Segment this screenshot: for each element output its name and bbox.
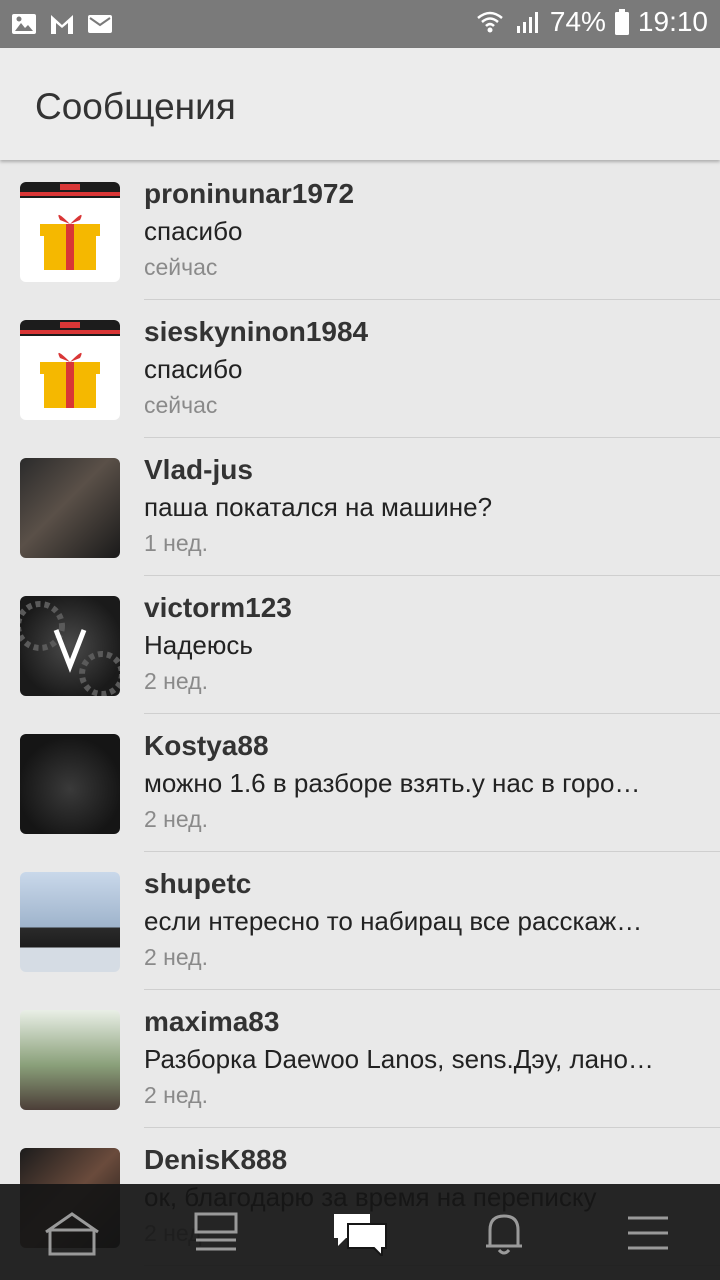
- message-preview: спасибо: [144, 354, 243, 384]
- sender-name: Vlad-jus: [144, 454, 253, 485]
- wifi-icon: [477, 11, 503, 33]
- message-row[interactable]: Vlad-jus паша покатался на машине? 1 нед.: [0, 438, 720, 576]
- page-title: Сообщения: [35, 86, 236, 127]
- bell-icon[interactable]: [474, 1210, 534, 1256]
- message-row[interactable]: sieskyninon1984 спасибо сейчас: [0, 300, 720, 438]
- sender-name: DenisK888: [144, 1144, 288, 1175]
- image-icon: [12, 14, 36, 34]
- gift-avatar[interactable]: [20, 320, 120, 420]
- photo-avatar[interactable]: [20, 1010, 120, 1110]
- message-row[interactable]: Kostya88 можно 1.6 в разборе взять.у нас …: [0, 714, 720, 852]
- v-gear-icon: [20, 601, 120, 696]
- bottom-nav: [0, 1184, 720, 1280]
- status-left-icons: [10, 10, 114, 38]
- home-icon[interactable]: [42, 1210, 102, 1256]
- menu-icon[interactable]: [618, 1210, 678, 1256]
- gear-v-avatar[interactable]: [20, 596, 120, 696]
- status-time: 19:10: [637, 6, 708, 37]
- message-time: 2 нед.: [144, 944, 208, 970]
- message-time: 2 нед.: [144, 668, 208, 694]
- message-row[interactable]: shupetc если нтересно то набирац все расс…: [0, 852, 720, 990]
- battery-icon: [614, 9, 629, 35]
- sender-name: proninunar1972: [144, 178, 355, 209]
- message-preview: Разборка Daewoo Lanos, sens.Дэу, лано…: [144, 1044, 654, 1074]
- message-time: сейчас: [144, 254, 218, 280]
- sender-name: Kostya88: [144, 730, 269, 761]
- message-preview: паша покатался на машине?: [144, 492, 493, 522]
- sender-name: sieskyninon1984: [144, 316, 369, 347]
- sender-name: shupetc: [144, 868, 252, 899]
- status-right: 74% 19:10: [474, 6, 708, 38]
- car-avatar[interactable]: [20, 734, 120, 834]
- mail-icon: [88, 15, 112, 33]
- message-row[interactable]: proninunar1972 спасибо сейчас: [0, 162, 720, 300]
- sender-name: maxima83: [144, 1006, 280, 1037]
- message-list: proninunar1972 спасибо сейчас sieskyninon1…: [0, 162, 720, 1266]
- message-time: сейчас: [144, 392, 218, 418]
- photo-avatar[interactable]: [20, 458, 120, 558]
- message-preview: Надеюсь: [144, 630, 253, 660]
- gift-icon: [20, 320, 120, 420]
- battery-percent: 74%: [549, 6, 606, 37]
- message-preview: если нтересно то набирац все расскаж…: [144, 906, 643, 936]
- message-row[interactable]: maxima83 Разборка Daewoo Lanos, sens.Дэу,…: [0, 990, 720, 1128]
- message-time: 2 нед.: [144, 1082, 208, 1108]
- gmail-icon: [51, 15, 73, 34]
- signal-icon: [516, 12, 538, 33]
- status-bar: 74% 19:10: [0, 0, 720, 48]
- messages-icon[interactable]: [330, 1210, 390, 1256]
- message-preview: спасибо: [144, 216, 243, 246]
- message-preview: можно 1.6 в разборе взять.у нас в горо…: [144, 768, 641, 798]
- photo-avatar[interactable]: [20, 872, 120, 972]
- gift-icon: [20, 182, 120, 282]
- message-row[interactable]: victorm123 Надеюсь 2 нед.: [0, 576, 720, 714]
- message-time: 2 нед.: [144, 806, 208, 832]
- message-time: 1 нед.: [144, 530, 208, 556]
- gift-avatar[interactable]: [20, 182, 120, 282]
- feed-icon[interactable]: [186, 1210, 246, 1256]
- sender-name: victorm123: [144, 592, 292, 623]
- app-bar: Сообщения: [0, 48, 720, 160]
